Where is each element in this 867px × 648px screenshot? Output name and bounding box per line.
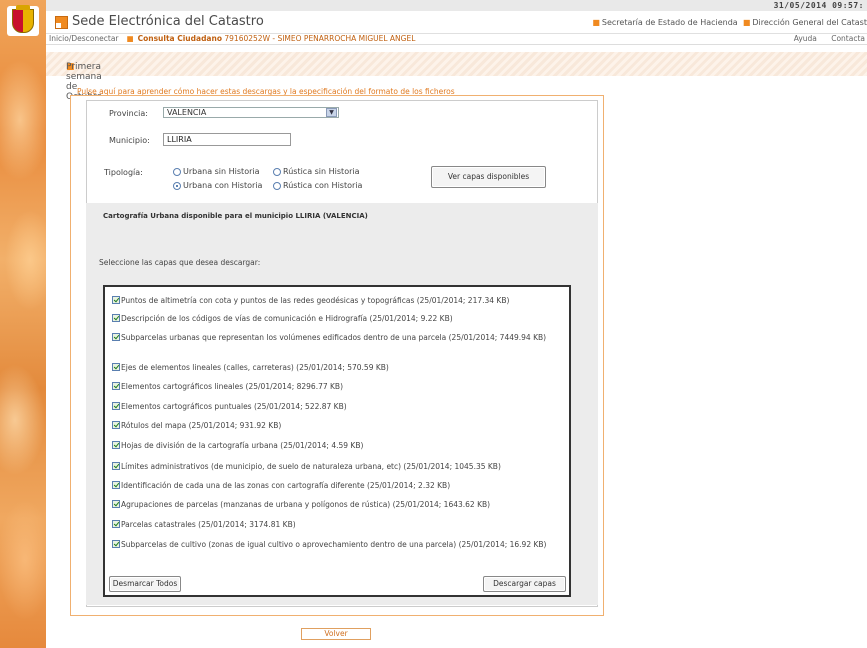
left-decorative-sidebar [0, 0, 46, 648]
layer-label: Agrupaciones de parcelas (manzanas de ur… [121, 500, 491, 509]
radio-button-icon[interactable] [173, 167, 181, 176]
layer-label: Descripción de los códigos de vías de co… [121, 314, 453, 323]
layer-item[interactable]: Hojas de división de la cartografía urba… [112, 441, 562, 451]
title-bar: Sede Electrónica del Catastro ■ Secretarí… [46, 11, 867, 34]
ver-capas-button[interactable]: Ver capas disponibles [431, 166, 546, 188]
cartography-title: Cartografía Urbana disponible para el mu… [103, 212, 368, 220]
radio-urbana-con-historia[interactable]: Urbana con Historia [173, 181, 262, 190]
layer-item[interactable]: Elementos cartográficos lineales (25/01/… [112, 382, 562, 392]
layer-label: Subparcelas de cultivo (zonas de igual c… [121, 540, 547, 549]
layer-item[interactable]: Descripción de los códigos de vías de co… [112, 314, 562, 324]
link-direccion-general[interactable]: Dirección General del Catast [752, 18, 867, 27]
checkbox-checked-icon[interactable] [112, 333, 120, 341]
top-links: ■ Secretaría de Estado de Hacienda ■ Direc… [592, 18, 867, 27]
checkbox-checked-icon[interactable] [112, 314, 120, 322]
tipologia-label: Tipología: [104, 168, 143, 177]
provincia-value: VALENCIA [167, 108, 207, 117]
layers-list: Puntos de altimetría con cota y puntos d… [103, 285, 571, 597]
radio-button-selected-icon[interactable] [173, 181, 181, 190]
catastro-logo-icon [55, 16, 68, 29]
layer-item[interactable]: Puntos de altimetría con cota y puntos d… [112, 296, 562, 306]
user-info: 79160252W - SIMEO PENARROCHA MIGUEL ANGE… [224, 34, 416, 43]
checkbox-checked-icon[interactable] [112, 296, 120, 304]
volver-button[interactable]: Volver [301, 628, 371, 640]
layer-label: Identificación de cada una de las zonas … [121, 481, 451, 490]
checkbox-checked-icon[interactable] [112, 481, 120, 489]
checkbox-checked-icon[interactable] [112, 520, 120, 528]
layer-label: Puntos de altimetría con cota y puntos d… [121, 296, 510, 305]
select-layers-label: Seleccione las capas que desea descargar… [99, 258, 261, 267]
layer-label: Elementos cartográficos lineales (25/01/… [121, 382, 344, 391]
layer-label: Rótulos del mapa (25/01/2014; 931.92 KB) [121, 421, 282, 430]
home-link[interactable]: Inicio/Desconectar [49, 34, 119, 43]
checkbox-checked-icon[interactable] [112, 441, 120, 449]
link-secretaria[interactable]: Secretaría de Estado de Hacienda [602, 18, 738, 27]
checkbox-checked-icon[interactable] [112, 363, 120, 371]
radio-rustica-con-historia[interactable]: Rústica con Historia [273, 181, 362, 190]
notice-banner: ■Primera semana de Octubre. [46, 52, 867, 102]
layer-label: Parcelas catastrales (25/01/2014; 3174.8… [121, 520, 296, 529]
desmarcar-todos-button[interactable]: Desmarcar Todos [109, 576, 181, 592]
layer-item[interactable]: Ejes de elementos lineales (calles, carr… [112, 363, 562, 373]
layer-label: Ejes de elementos lineales (calles, carr… [121, 363, 389, 372]
coat-of-arms-logo [7, 5, 39, 36]
provincia-label: Provincia: [109, 109, 148, 118]
layer-item[interactable]: Agrupaciones de parcelas (manzanas de ur… [112, 500, 562, 510]
layer-label: Subparcelas urbanas que representan los … [121, 333, 547, 342]
radio-rustica-sin-historia[interactable]: Rústica sin Historia [273, 167, 360, 176]
help-link[interactable]: Ayuda [794, 34, 817, 43]
radio-label: Urbana con Historia [183, 181, 263, 190]
layer-label: Límites administrativos (de municipio, d… [121, 462, 501, 471]
checkbox-checked-icon[interactable] [112, 500, 120, 508]
consulta-link[interactable]: Consulta Ciudadano [138, 34, 222, 43]
layer-item[interactable]: Rótulos del mapa (25/01/2014; 931.92 KB) [112, 421, 562, 431]
radio-button-icon[interactable] [273, 181, 281, 190]
checkbox-checked-icon[interactable] [112, 421, 120, 429]
layer-item[interactable]: Subparcelas de cultivo (zonas de igual c… [112, 540, 562, 550]
radio-label: Rústica con Historia [283, 181, 363, 190]
shield-icon [12, 5, 34, 33]
nav-bar: Inicio/Desconectar ■ Consulta Ciudadano 79… [46, 34, 867, 45]
checkbox-checked-icon[interactable] [112, 402, 120, 410]
municipio-label: Municipio: [109, 136, 150, 145]
checkbox-checked-icon[interactable] [112, 462, 120, 470]
checkbox-checked-icon[interactable] [112, 382, 120, 390]
provincia-select[interactable]: VALENCIA ▼ [163, 107, 339, 118]
layer-item[interactable]: Subparcelas urbanas que representan los … [112, 333, 562, 343]
site-title: Sede Electrónica del Catastro [72, 14, 264, 29]
layer-item[interactable]: Límites administrativos (de municipio, d… [112, 462, 562, 472]
layer-label: Elementos cartográficos puntuales (25/01… [121, 402, 347, 411]
datetime-text: 31/05/2014 09:57: [773, 1, 864, 10]
descargar-capas-button[interactable]: Descargar capas [483, 576, 566, 592]
radio-label: Rústica sin Historia [283, 167, 360, 176]
radio-label: Urbana sin Historia [183, 167, 260, 176]
layer-item[interactable]: Parcelas catastrales (25/01/2014; 3174.8… [112, 520, 562, 530]
checkbox-checked-icon[interactable] [112, 540, 120, 548]
radio-urbana-sin-historia[interactable]: Urbana sin Historia [173, 167, 260, 176]
contact-link[interactable]: Contacta [831, 34, 865, 43]
layer-item[interactable]: Identificación de cada una de las zonas … [112, 481, 562, 491]
radio-button-icon[interactable] [273, 167, 281, 176]
layer-label: Hojas de división de la cartografía urba… [121, 441, 364, 450]
chevron-down-icon[interactable]: ▼ [326, 108, 337, 117]
layer-item[interactable]: Elementos cartográficos puntuales (25/01… [112, 402, 562, 412]
municipio-input[interactable]: LLIRIA [163, 133, 291, 146]
